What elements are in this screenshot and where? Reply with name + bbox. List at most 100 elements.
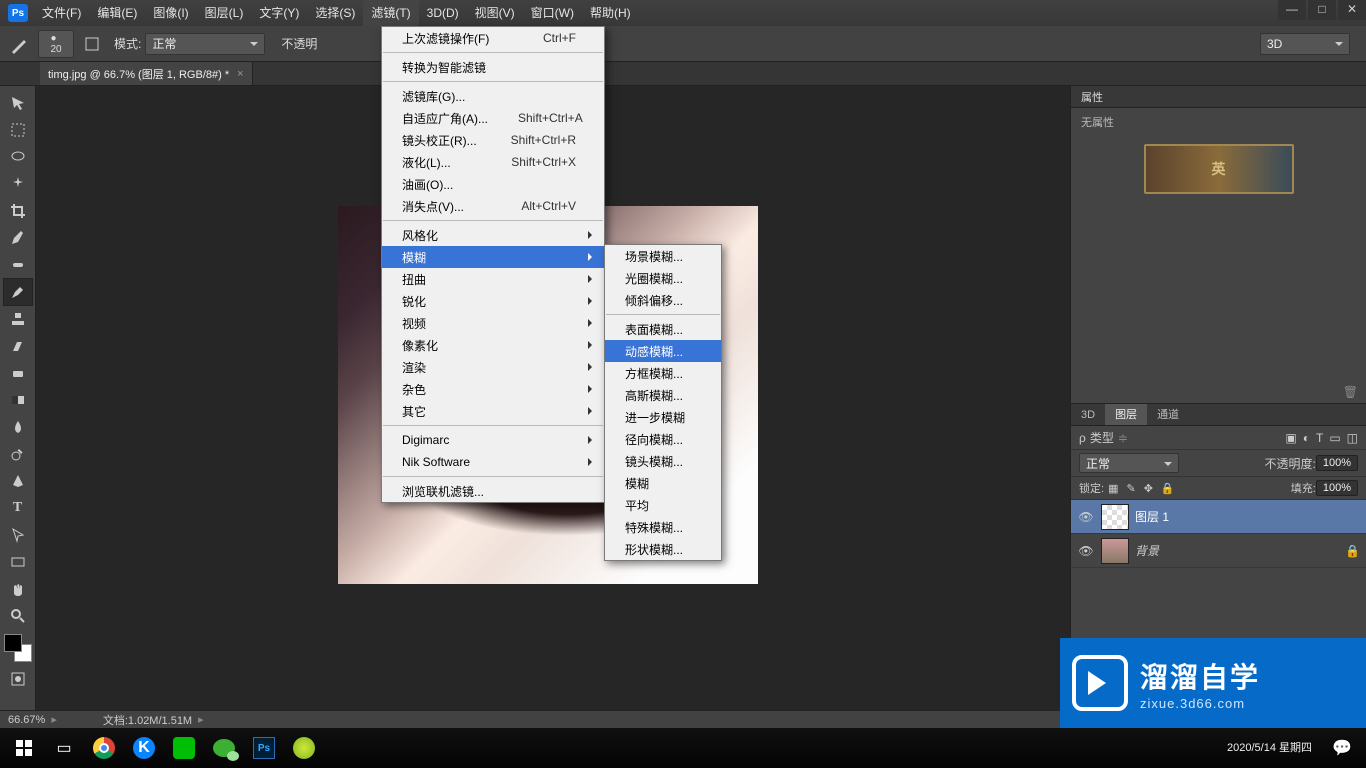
minimize-button[interactable]: — <box>1278 0 1306 20</box>
marquee-tool[interactable] <box>4 117 32 143</box>
chrome-icon[interactable] <box>84 728 124 768</box>
layer-blend-select[interactable]: 正常 <box>1079 453 1179 473</box>
menu-type[interactable]: 文字(Y) <box>251 0 307 26</box>
color-swatches[interactable] <box>4 634 32 662</box>
filter-type-icon[interactable]: T <box>1316 431 1323 445</box>
wechat-icon[interactable] <box>204 728 244 768</box>
tab-layers[interactable]: 图层 <box>1105 404 1147 425</box>
filter-shape-icon[interactable]: ▭ <box>1329 431 1340 445</box>
document-tab[interactable]: timg.jpg @ 66.7% (图层 1, RGB/8#) * × <box>40 62 253 85</box>
menu-image[interactable]: 图像(I) <box>145 0 196 26</box>
workspace-select[interactable]: 3D <box>1260 33 1350 55</box>
visibility-icon[interactable]: 👁 <box>1077 510 1095 524</box>
kugou-icon[interactable]: K <box>124 728 164 768</box>
blur-item-11[interactable]: 平均 <box>605 494 721 516</box>
layer-row-1[interactable]: 👁 图层 1 <box>1071 500 1366 534</box>
fill-value[interactable]: 100% <box>1316 480 1358 496</box>
lasso-tool[interactable] <box>4 144 32 170</box>
taskbar-clock[interactable]: 2020/5/14 星期四 <box>1227 741 1322 755</box>
type-tool[interactable]: T <box>4 495 32 521</box>
tab-channels[interactable]: 通道 <box>1147 404 1189 425</box>
menu-oil-paint[interactable]: 油画(O)... <box>382 173 604 195</box>
tool-preset-icon[interactable] <box>6 30 34 58</box>
zoom-level[interactable]: 66.67% <box>8 714 45 726</box>
filter-adjust-icon[interactable]: ◐ <box>1303 431 1310 445</box>
blur-item-10[interactable]: 模糊 <box>605 472 721 494</box>
tab-3d[interactable]: 3D <box>1071 404 1105 425</box>
blur-item-2[interactable]: 倾斜偏移... <box>605 289 721 311</box>
photoshop-taskbar-icon[interactable]: Ps <box>244 728 284 768</box>
menu-blur[interactable]: 模糊 <box>382 246 604 268</box>
menu-render[interactable]: 渲染 <box>382 356 604 378</box>
brush-tool[interactable] <box>4 279 32 305</box>
blur-item-12[interactable]: 特殊模糊... <box>605 516 721 538</box>
brush-panel-icon[interactable] <box>78 30 106 58</box>
menu-browse-filters[interactable]: 浏览联机滤镜... <box>382 480 604 502</box>
wand-tool[interactable] <box>4 171 32 197</box>
pen-tool[interactable] <box>4 468 32 494</box>
blur-tool[interactable] <box>4 414 32 440</box>
menu-view[interactable]: 视图(V) <box>467 0 523 26</box>
menu-nik-software[interactable]: Nik Software <box>382 451 604 473</box>
menu-window[interactable]: 窗口(W) <box>523 0 582 26</box>
eyedropper-tool[interactable] <box>4 225 32 251</box>
menu-pixelate[interactable]: 像素化 <box>382 334 604 356</box>
blur-item-7[interactable]: 进一步模糊 <box>605 406 721 428</box>
hand-tool[interactable] <box>4 576 32 602</box>
close-button[interactable]: ✕ <box>1338 0 1366 20</box>
menu-vanishing-point[interactable]: 消失点(V)...Alt+Ctrl+V <box>382 195 604 217</box>
menu-stylize[interactable]: 风格化 <box>382 224 604 246</box>
menu-noise[interactable]: 杂色 <box>382 378 604 400</box>
blur-item-13[interactable]: 形状模糊... <box>605 538 721 560</box>
notifications-icon[interactable]: 💬 <box>1322 728 1362 768</box>
start-button[interactable] <box>4 728 44 768</box>
move-tool[interactable] <box>4 90 32 116</box>
quickmask-tool[interactable] <box>4 666 32 692</box>
blur-item-0[interactable]: 场景模糊... <box>605 245 721 267</box>
360-icon[interactable] <box>284 728 324 768</box>
menu-edit[interactable]: 编辑(E) <box>89 0 145 26</box>
blur-item-4[interactable]: 动感模糊... <box>605 340 721 362</box>
heal-tool[interactable] <box>4 252 32 278</box>
maximize-button[interactable]: □ <box>1308 0 1336 20</box>
shape-tool[interactable] <box>4 549 32 575</box>
close-icon[interactable]: × <box>237 68 243 80</box>
menu-digimarc[interactable]: Digimarc <box>382 429 604 451</box>
history-brush-tool[interactable] <box>4 333 32 359</box>
menu-select[interactable]: 选择(S) <box>307 0 363 26</box>
menu-distort[interactable]: 扭曲 <box>382 268 604 290</box>
path-select-tool[interactable] <box>4 522 32 548</box>
lock-trans-icon[interactable]: ▦ <box>1108 482 1118 495</box>
filter-pixel-icon[interactable]: ▣ <box>1285 431 1296 445</box>
menu-layer[interactable]: 图层(L) <box>197 0 252 26</box>
menu-3d[interactable]: 3D(D) <box>419 0 467 26</box>
blur-item-8[interactable]: 径向模糊... <box>605 428 721 450</box>
layer-row-bg[interactable]: 👁 背景 🔒 <box>1071 534 1366 568</box>
layer-opacity-value[interactable]: 100% <box>1316 455 1358 471</box>
iqiyi-icon[interactable] <box>164 728 204 768</box>
menu-sharpen[interactable]: 锐化 <box>382 290 604 312</box>
blur-item-9[interactable]: 镜头模糊... <box>605 450 721 472</box>
menu-convert-smart[interactable]: 转换为智能滤镜 <box>382 56 604 78</box>
properties-tab-label[interactable]: 属性 <box>1081 89 1103 105</box>
menu-lens-correction[interactable]: 镜头校正(R)...Shift+Ctrl+R <box>382 129 604 151</box>
lock-all-icon[interactable]: 🔒 <box>1161 482 1175 495</box>
stamp-tool[interactable] <box>4 306 32 332</box>
blur-item-3[interactable]: 表面模糊... <box>605 318 721 340</box>
menu-help[interactable]: 帮助(H) <box>582 0 639 26</box>
trash-icon[interactable]: 🗑 <box>1343 385 1358 399</box>
blur-item-5[interactable]: 方框模糊... <box>605 362 721 384</box>
visibility-icon[interactable]: 👁 <box>1077 544 1095 558</box>
crop-tool[interactable] <box>4 198 32 224</box>
menu-last-filter[interactable]: 上次滤镜操作(F)Ctrl+F <box>382 27 604 49</box>
zoom-tool[interactable] <box>4 603 32 629</box>
menu-filter[interactable]: 滤镜(T) <box>363 0 418 26</box>
dodge-tool[interactable] <box>4 441 32 467</box>
menu-file[interactable]: 文件(F) <box>34 0 89 26</box>
taskview-icon[interactable]: ▭ <box>44 728 84 768</box>
eraser-tool[interactable] <box>4 360 32 386</box>
menu-other[interactable]: 其它 <box>382 400 604 422</box>
menu-liquify[interactable]: 液化(L)...Shift+Ctrl+X <box>382 151 604 173</box>
menu-adaptive-wide[interactable]: 自适应广角(A)...Shift+Ctrl+A <box>382 107 604 129</box>
blur-item-6[interactable]: 高斯模糊... <box>605 384 721 406</box>
